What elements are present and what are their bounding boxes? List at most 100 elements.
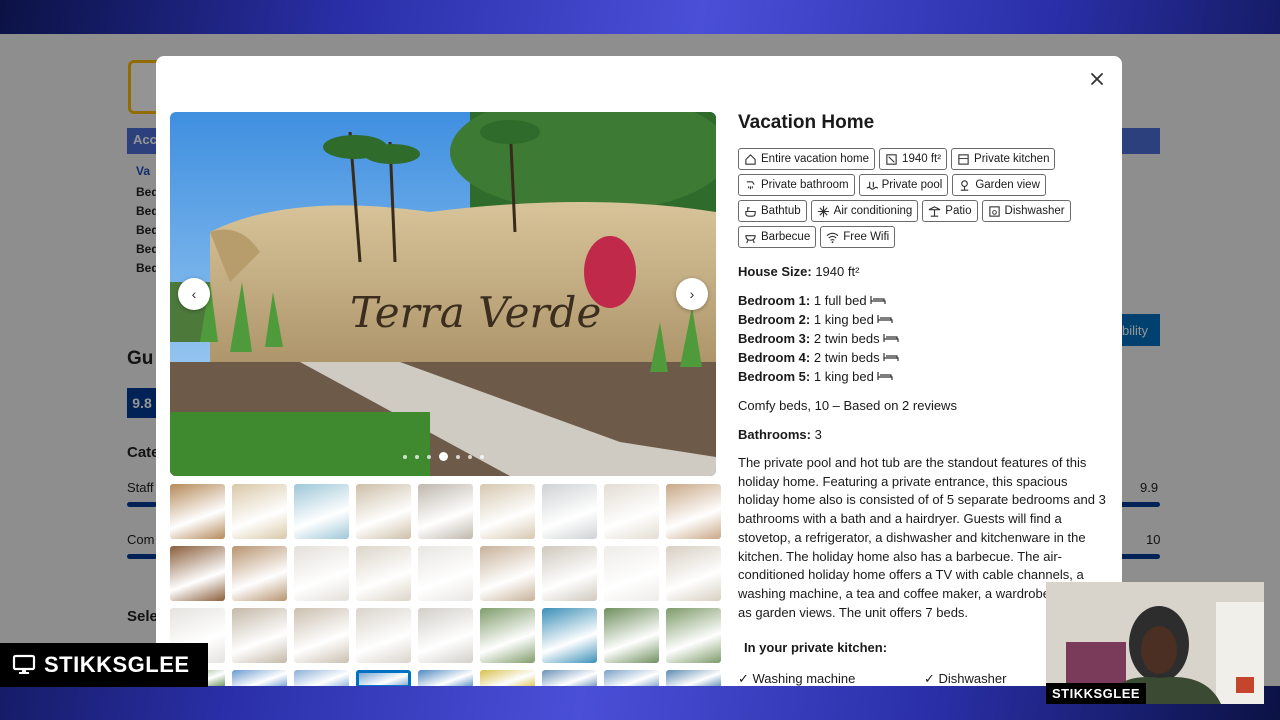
photo-thumbnail[interactable] xyxy=(418,484,473,539)
photo-thumbnail[interactable] xyxy=(170,546,225,601)
photo-thumbnail[interactable] xyxy=(356,546,411,601)
barbecue-icon xyxy=(745,234,756,243)
main-photo: Terra Verde ‹ › xyxy=(170,112,716,476)
photo-thumbnail[interactable] xyxy=(480,608,535,663)
photo-thumbnail[interactable] xyxy=(294,608,349,663)
photo-thumbnail[interactable] xyxy=(356,484,411,539)
facility-tag[interactable]: 1940 ft² xyxy=(879,148,948,170)
bed-icon xyxy=(883,334,899,342)
carousel-dot[interactable] xyxy=(479,454,484,459)
bedroom-label: Bedroom 5: xyxy=(738,369,811,384)
bathrooms-value: 3 xyxy=(814,427,822,442)
photo-thumbnail[interactable] xyxy=(604,546,659,601)
photo-thumbnail[interactable] xyxy=(666,670,721,686)
facility-tag[interactable]: Patio xyxy=(922,200,978,222)
facility-tag-label: Entire vacation home xyxy=(761,153,870,165)
pool-icon xyxy=(866,181,878,190)
house-size: House Size: 1940 ft² xyxy=(738,262,1110,281)
carousel-dot[interactable] xyxy=(426,454,431,459)
bedroom-list: Bedroom 1: 1 full bed Bedroom 2: 1 king … xyxy=(738,291,1110,386)
sign-lettering: Terra Verde xyxy=(350,288,601,337)
photo-thumbnail[interactable] xyxy=(356,608,411,663)
house-size-value: 1940 ft² xyxy=(815,264,860,279)
facility-tag-label: Patio xyxy=(945,205,972,217)
photo-thumbnail[interactable] xyxy=(294,546,349,601)
facility-tag[interactable]: Barbecue xyxy=(738,226,817,248)
snowflake-icon xyxy=(817,205,829,217)
photo-thumbnail[interactable] xyxy=(170,484,225,539)
chevron-right-icon: › xyxy=(689,286,695,302)
photo-thumbnail[interactable] xyxy=(542,670,597,686)
property-photo: Terra Verde xyxy=(170,112,716,476)
webcam-label: STIKKSGLEE xyxy=(1046,683,1147,704)
facility-tag[interactable]: Dishwasher xyxy=(981,200,1071,222)
carousel-dot[interactable] xyxy=(438,452,448,461)
facility-tag-label: Private bathroom xyxy=(761,179,849,191)
photo-thumbnail[interactable] xyxy=(418,670,473,686)
kitchen-icon xyxy=(958,153,969,165)
photo-thumbnail[interactable] xyxy=(604,670,659,686)
facility-tag[interactable]: Entire vacation home xyxy=(738,148,876,170)
photo-thumbnail[interactable] xyxy=(666,608,721,663)
prev-photo-button[interactable]: ‹ xyxy=(178,278,210,310)
photo-thumbnail[interactable] xyxy=(480,546,535,601)
monitor-icon xyxy=(12,654,36,674)
carousel-dot[interactable] xyxy=(402,454,407,459)
photo-thumbnail[interactable] xyxy=(542,546,597,601)
bed-icon xyxy=(870,296,886,304)
photo-thumbnail[interactable] xyxy=(356,670,411,686)
photo-thumbnail[interactable] xyxy=(232,546,287,601)
photo-thumbnail[interactable] xyxy=(418,546,473,601)
photo-thumbnail[interactable] xyxy=(418,608,473,663)
bedroom-label: Bedroom 4: xyxy=(738,350,811,365)
carousel-dots xyxy=(170,452,716,461)
property-modal: Terra Verde ‹ › Vacation Home Entire vac… xyxy=(156,56,1122,686)
streamer-name: STIKKSGLEE xyxy=(44,652,190,677)
wifi-icon xyxy=(826,232,839,243)
photo-thumbnail[interactable] xyxy=(666,484,721,539)
bed-icon xyxy=(877,372,894,380)
carousel-dot[interactable] xyxy=(455,454,460,459)
bedroom-row: Bedroom 4: 2 twin beds xyxy=(738,348,1110,367)
facility-tag[interactable]: Garden view xyxy=(952,174,1046,196)
photo-thumbnail[interactable] xyxy=(480,670,535,686)
bedroom-row: Bedroom 2: 1 king bed xyxy=(738,310,1110,329)
photo-thumbnail[interactable] xyxy=(232,670,287,686)
facility-tag[interactable]: Private pool xyxy=(858,174,949,196)
facility-tag[interactable]: Private kitchen xyxy=(951,148,1056,170)
photo-thumbnail[interactable] xyxy=(480,484,535,539)
facility-tag-label: Private kitchen xyxy=(974,153,1050,165)
close-button[interactable] xyxy=(1086,68,1108,90)
bedroom-row: Bedroom 1: 1 full bed xyxy=(738,291,1110,310)
photo-thumbnail[interactable] xyxy=(294,484,349,539)
photo-thumbnail[interactable] xyxy=(294,670,349,686)
photo-thumbnail[interactable] xyxy=(604,484,659,539)
bed-icon xyxy=(883,353,899,361)
photo-thumbnail[interactable] xyxy=(604,608,659,663)
facility-tag-label: Private pool xyxy=(881,179,943,191)
carousel-dot[interactable] xyxy=(414,454,419,459)
bedroom-row: Bedroom 3: 2 twin beds xyxy=(738,329,1110,348)
photo-thumbnail[interactable] xyxy=(232,608,287,663)
close-icon xyxy=(1091,73,1103,85)
garden-icon xyxy=(961,179,969,191)
carousel-dot[interactable] xyxy=(467,454,472,459)
photo-thumbnail[interactable] xyxy=(542,484,597,539)
facility-tag[interactable]: Free Wifi xyxy=(820,226,896,248)
next-photo-button[interactable]: › xyxy=(676,278,708,310)
facility-tag[interactable]: Air conditioning xyxy=(810,200,919,222)
facility-tag[interactable]: Private bathroom xyxy=(738,174,855,196)
kitchen-item-label: Washing machine xyxy=(752,671,856,686)
property-title: Vacation Home xyxy=(738,112,875,133)
photo-thumbnail[interactable] xyxy=(232,484,287,539)
photo-thumbnail[interactable] xyxy=(542,608,597,663)
facility-tag[interactable]: Bathtub xyxy=(738,200,807,222)
bathrooms-label: Bathrooms: xyxy=(738,427,811,442)
bedroom-beds: 1 full bed xyxy=(813,293,867,308)
facility-tags: Entire vacation home 1940 ft² Private kitc… xyxy=(738,148,1110,248)
chevron-left-icon: ‹ xyxy=(191,286,197,302)
photo-thumbnail[interactable] xyxy=(666,546,721,601)
check-icon: ✓ xyxy=(924,671,939,686)
bedroom-beds: 1 king bed xyxy=(813,312,874,327)
bedroom-beds: 2 twin beds xyxy=(813,331,880,346)
